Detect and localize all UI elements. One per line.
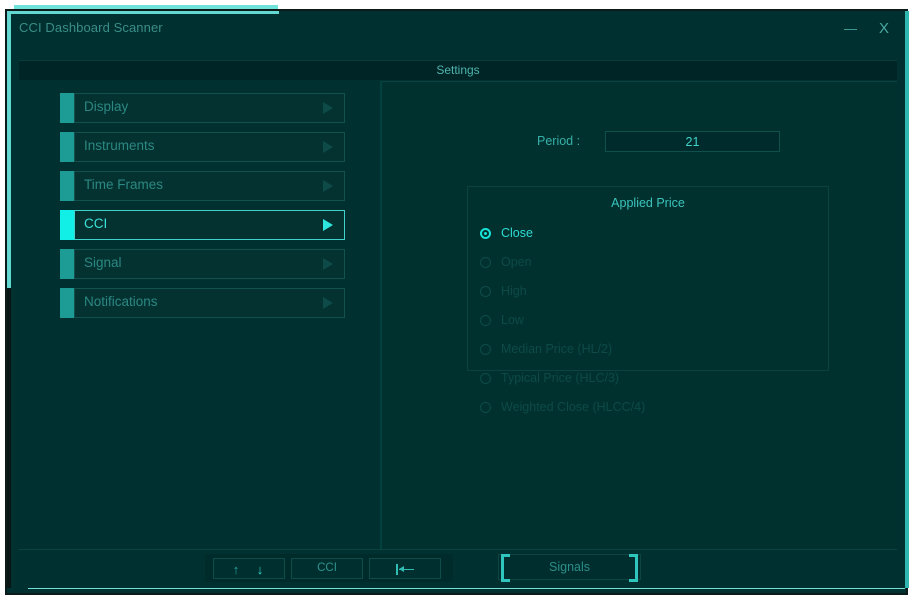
minimize-icon [843,29,857,30]
sidebar-item-label: Signal [84,255,122,270]
sidebar-item-label: Display [84,99,129,114]
collapse-icon-head [399,566,404,572]
radio-label: Low [501,313,524,327]
sidebar-accent-bar [60,288,74,318]
radio-icon [480,315,491,326]
signals-button-label: Signals [549,560,590,574]
applied-price-title: Applied Price [611,196,685,210]
sidebar-item-display[interactable]: Display [60,93,345,123]
applied-price-group: Applied Price Close Open High Low Median… [467,186,829,414]
title-bar[interactable]: CCI Dashboard Scanner X [11,14,905,57]
sidebar-accent-bar [60,171,74,201]
chevron-right-icon [323,141,333,153]
radio-label: Close [501,226,533,240]
sidebar-accent-bar [60,249,74,279]
radio-icon [480,373,491,384]
sidebar-item-notifications[interactable]: Notifications [60,288,345,318]
content-area: Display Instruments Time Frames CCI Sign… [19,81,897,550]
minimize-button[interactable] [837,18,863,40]
sidebar-accent-bar [60,132,74,162]
radio-label: Weighted Close (HLCC/4) [501,400,646,414]
indicator-button[interactable]: CCI [291,558,363,579]
radio-icon [480,286,491,297]
radio-label: High [501,284,527,298]
radio-icon [480,257,491,268]
sidebar-item-label: Instruments [84,138,155,153]
close-button[interactable]: X [871,18,897,40]
sidebar-item-label: Notifications [84,294,158,309]
scroll-buttons[interactable]: ↑ ↓ [213,558,285,579]
sidebar-item-label: Time Frames [84,177,164,192]
arrow-up-icon[interactable]: ↑ [230,563,242,576]
window-title: CCI Dashboard Scanner [19,20,163,35]
bracket-right-icon [629,554,638,582]
bottom-toolbar: ↑ ↓ CCI Signals [19,549,897,588]
sidebar-accent-bar [60,210,74,240]
arrow-down-icon[interactable]: ↓ [254,563,266,576]
chevron-right-icon [323,258,333,270]
toolbar-group: ↑ ↓ CCI [205,554,453,582]
collapse-panel-button[interactable] [369,558,441,579]
window-body: CCI Dashboard Scanner X Settings Display [11,14,905,588]
sidebar-accent-bar [60,93,74,123]
sidebar-item-instruments[interactable]: Instruments [60,132,345,162]
settings-detail-panel: Period : Applied Price Close Open [382,81,897,549]
window-frame-edge-right [905,11,909,588]
radio-label: Typical Price (HLC/3) [501,371,620,385]
settings-header-title: Settings [436,63,480,77]
chevron-right-icon [323,180,333,192]
settings-sidebar: Display Instruments Time Frames CCI Sign… [19,81,380,549]
period-input[interactable] [605,131,780,152]
sidebar-item-cci[interactable]: CCI [60,210,345,240]
radio-icon [480,344,491,355]
settings-header-bar: Settings [19,60,897,80]
period-label: Period : [537,134,581,148]
signals-button[interactable]: Signals [498,554,641,582]
sidebar-item-box [74,210,345,240]
radio-icon [480,228,491,239]
chevron-right-icon [323,219,333,231]
sidebar-item-label: CCI [84,216,108,231]
sidebar-item-time-frames[interactable]: Time Frames [60,171,345,201]
indicator-button-label: CCI [317,562,337,574]
chevron-right-icon [323,102,333,114]
radio-icon [480,402,491,413]
radio-label: Median Price (HL/2) [501,342,613,356]
radio-label: Open [501,255,532,269]
app-root: CCI Dashboard Scanner X Settings Display [0,0,916,600]
chevron-right-icon [323,297,333,309]
collapse-icon-bar [396,564,398,575]
collapse-left-icon [396,564,416,575]
sidebar-item-signal[interactable]: Signal [60,249,345,279]
